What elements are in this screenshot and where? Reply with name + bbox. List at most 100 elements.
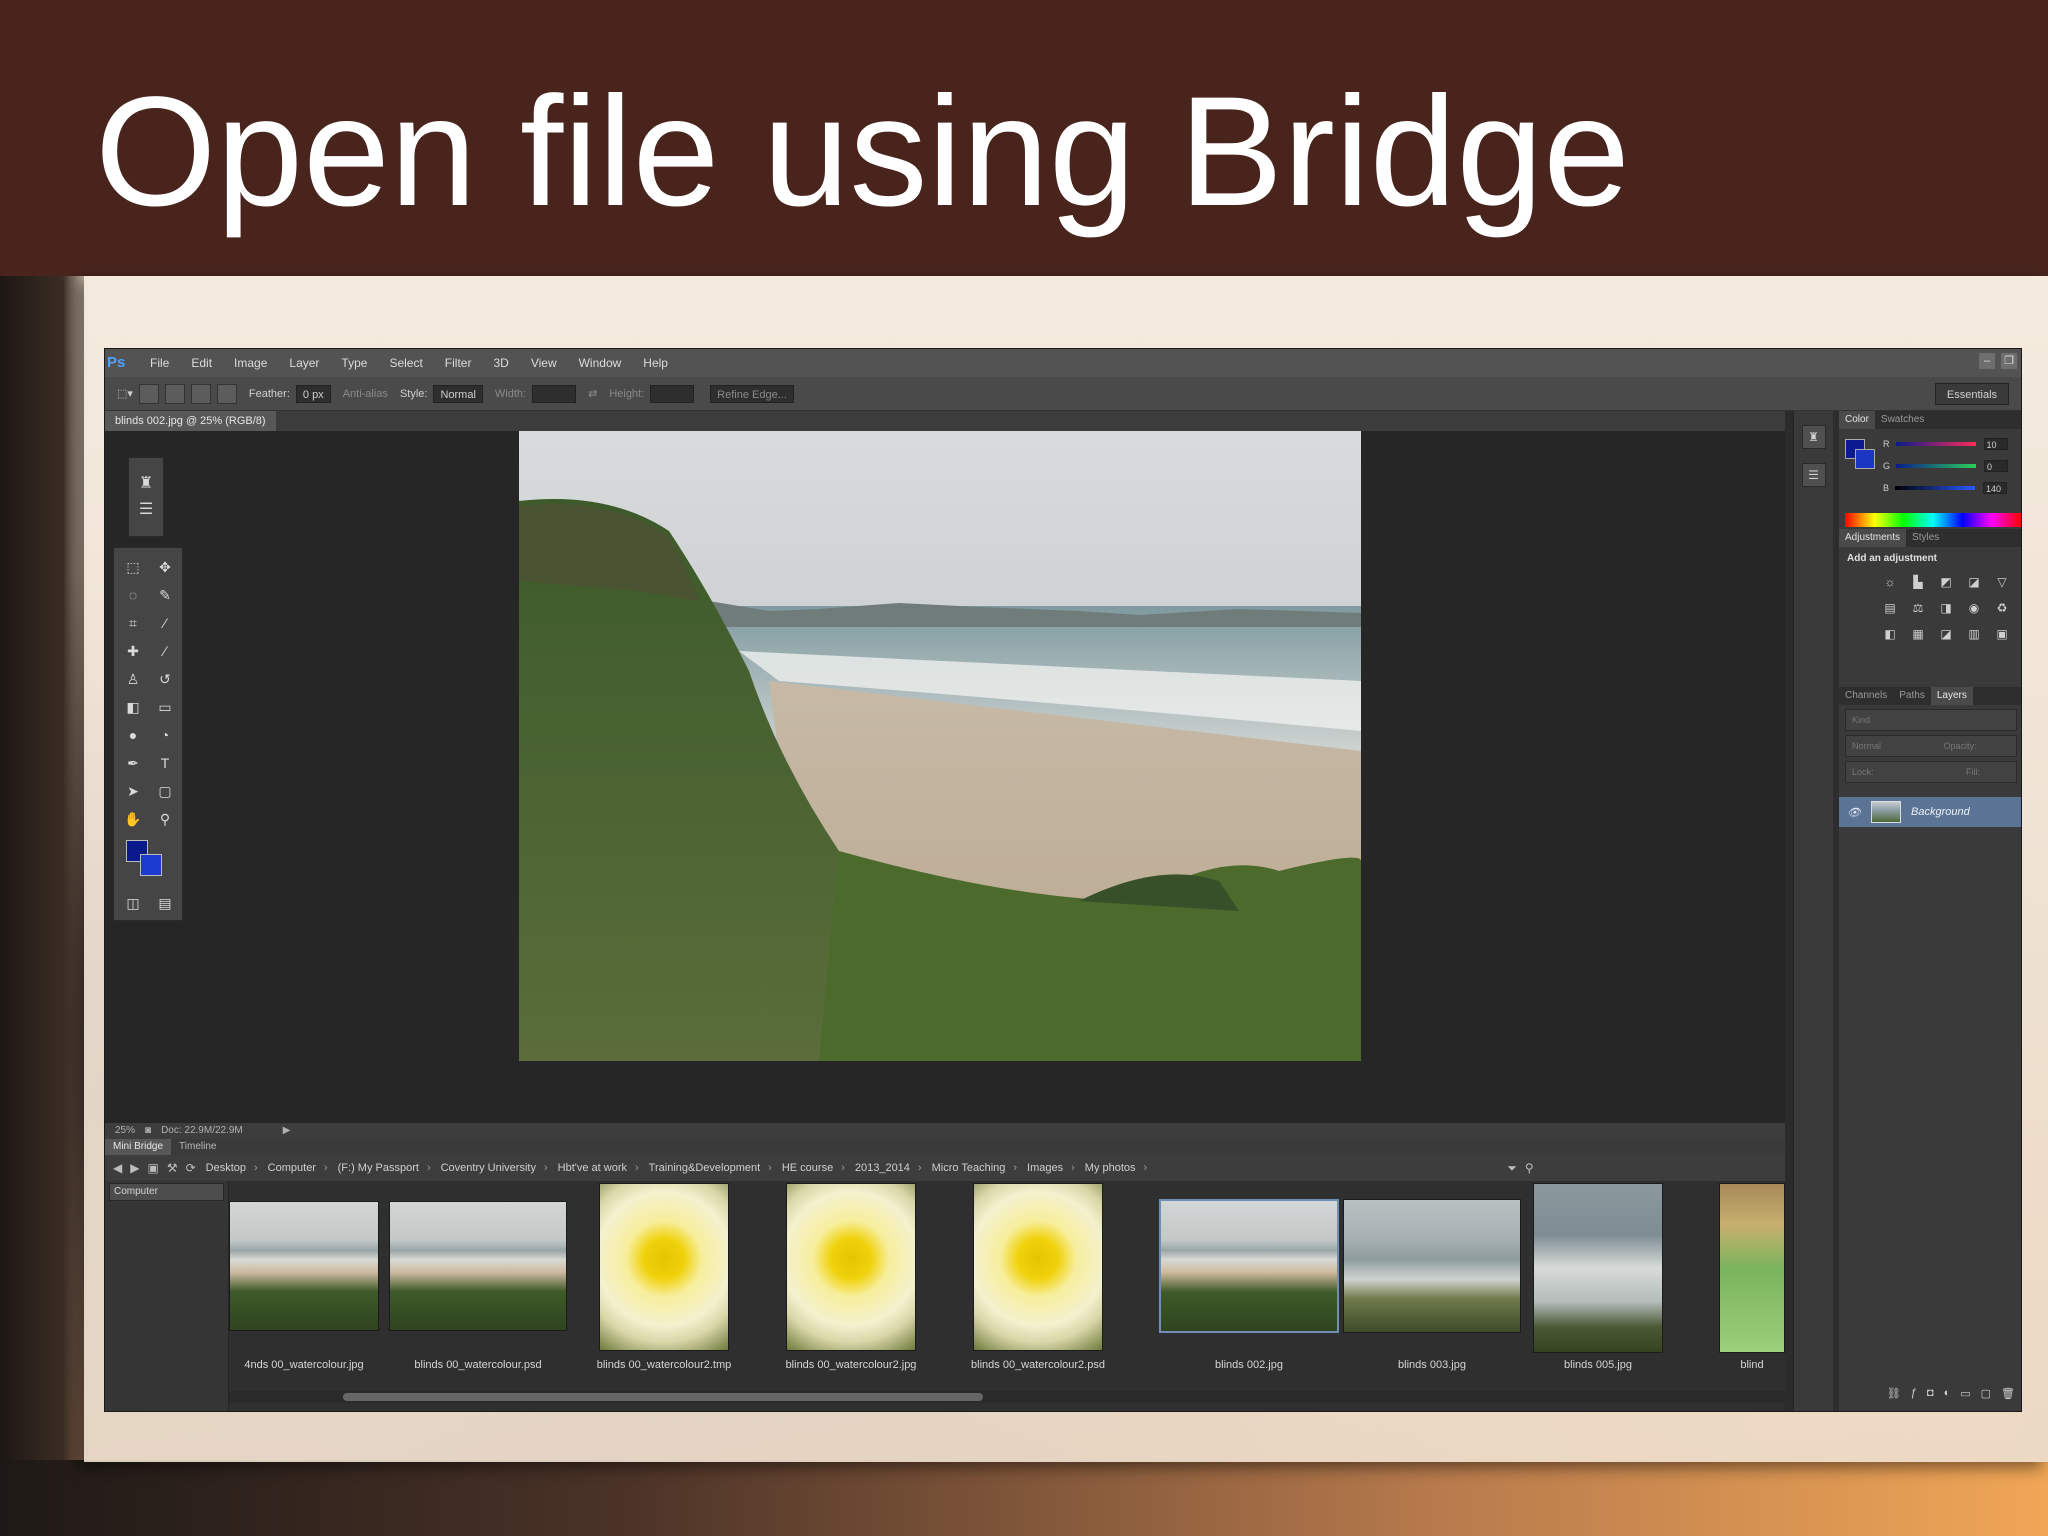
gradient-tool-icon[interactable]: ▭ bbox=[152, 698, 178, 716]
thumbnail-image[interactable] bbox=[229, 1201, 379, 1331]
menu-help[interactable]: Help bbox=[632, 349, 679, 377]
eraser-tool-icon[interactable]: ◧ bbox=[120, 698, 146, 716]
clone-stamp-icon[interactable]: ♙ bbox=[120, 670, 146, 688]
swap-dimensions-icon[interactable]: ⇄ bbox=[588, 387, 597, 400]
green-value[interactable]: 0 bbox=[1984, 460, 2009, 472]
breadcrumb-item[interactable]: (F:) My Passport bbox=[338, 1162, 419, 1174]
eye-icon[interactable]: 👁 bbox=[1847, 806, 1861, 819]
levels-icon[interactable]: ▙ bbox=[1909, 574, 1927, 590]
forward-icon[interactable]: ▶ bbox=[130, 1161, 139, 1175]
thumbnail-image[interactable] bbox=[973, 1183, 1103, 1351]
red-slider[interactable]: R 10 bbox=[1883, 438, 2017, 450]
exposure-icon[interactable]: ◪ bbox=[1965, 574, 1983, 590]
location-select[interactable]: Computer bbox=[109, 1183, 224, 1201]
breadcrumb-item[interactable]: Hbt've at work bbox=[558, 1162, 627, 1174]
new-layer-icon[interactable]: ▢ bbox=[1981, 1387, 1991, 1403]
thumbnail-image[interactable] bbox=[389, 1201, 567, 1331]
zoom-level[interactable]: 25% bbox=[115, 1123, 135, 1139]
shape-tool-icon[interactable]: ▢ bbox=[152, 782, 178, 800]
file-thumbnail[interactable]: 4nds 00_watercolour.jpg bbox=[229, 1181, 379, 1381]
tab-timeline[interactable]: Timeline bbox=[171, 1139, 224, 1155]
fx-icon[interactable]: ƒ bbox=[1911, 1387, 1917, 1403]
style-select[interactable]: Normal bbox=[433, 384, 483, 403]
thumbnail-image[interactable] bbox=[1533, 1183, 1663, 1353]
black-white-icon[interactable]: ◨ bbox=[1937, 600, 1955, 616]
status-arrow-icon[interactable]: ▶ bbox=[283, 1123, 291, 1139]
new-group-icon[interactable]: ▭ bbox=[1960, 1387, 1970, 1403]
workspace-switcher[interactable]: Essentials bbox=[1935, 383, 2009, 405]
adjust-sliders-icon[interactable]: ☰ bbox=[139, 502, 153, 518]
red-value[interactable]: 10 bbox=[1983, 438, 2008, 450]
vibrance-icon[interactable]: ▽ bbox=[1993, 574, 2011, 590]
color-balance-icon[interactable]: ⚖ bbox=[1909, 600, 1927, 616]
breadcrumb-item[interactable]: Training&Development bbox=[649, 1162, 760, 1174]
antialias-checkbox[interactable]: Anti-alias bbox=[343, 388, 388, 400]
menu-image[interactable]: Image bbox=[223, 349, 278, 377]
breadcrumb-item[interactable]: 2013_2014 bbox=[855, 1162, 910, 1174]
marquee-tool-preset-icon[interactable]: ⬚▾ bbox=[117, 387, 133, 400]
file-thumbnail[interactable]: blinds 00_watercolour2.tmp bbox=[597, 1181, 749, 1381]
posterize-icon[interactable]: ▦ bbox=[1909, 626, 1927, 642]
breadcrumb-item[interactable]: Micro Teaching bbox=[932, 1162, 1006, 1174]
lasso-tool-icon[interactable]: ◌ bbox=[120, 586, 146, 604]
history-brush-icon[interactable]: ♜ bbox=[139, 476, 153, 492]
file-thumbnail[interactable]: blinds 005.jpg bbox=[1533, 1181, 1683, 1381]
height-input[interactable] bbox=[650, 384, 695, 403]
menu-file[interactable]: File bbox=[139, 349, 180, 377]
channel-mixer-icon[interactable]: ♻ bbox=[1993, 600, 2011, 616]
new-adjustment-icon[interactable]: ◐ bbox=[1944, 1387, 1951, 1403]
trash-icon[interactable]: 🗑 bbox=[2001, 1387, 2015, 1403]
green-slider[interactable]: G0 bbox=[1883, 460, 2017, 472]
tools-icon[interactable]: ⚒ bbox=[167, 1161, 178, 1175]
layer-background[interactable]: 👁 Background bbox=[1839, 797, 2021, 827]
dodge-tool-icon[interactable]: ◔ bbox=[152, 726, 178, 744]
menu-3d[interactable]: 3D bbox=[482, 349, 519, 377]
blue-slider[interactable]: B 140 bbox=[1883, 482, 2017, 494]
restore-icon[interactable]: ❐ bbox=[2001, 353, 2017, 369]
marquee-tool-icon[interactable]: ⬚ bbox=[120, 558, 146, 576]
color-spectrum[interactable] bbox=[1845, 513, 2021, 527]
feather-input[interactable]: 0 px bbox=[295, 384, 331, 403]
eyedropper-tool-icon[interactable]: ⁄ bbox=[152, 614, 178, 632]
selective-color-icon[interactable]: ▣ bbox=[1993, 626, 2011, 642]
crumb-folder-icon[interactable]: ⟳ bbox=[186, 1161, 196, 1175]
healing-brush-icon[interactable]: ✚ bbox=[120, 642, 146, 660]
minimize-icon[interactable]: – bbox=[1979, 353, 1995, 369]
document-tab[interactable]: blinds 002.jpg @ 25% (RGB/8) bbox=[105, 411, 276, 431]
tab-color[interactable]: Color bbox=[1839, 411, 1875, 429]
breadcrumb-item[interactable]: Desktop bbox=[206, 1162, 246, 1174]
tab-paths[interactable]: Paths bbox=[1893, 687, 1931, 705]
panel-background-swatch[interactable] bbox=[1855, 449, 1875, 469]
history-panel-icon[interactable]: ♜ bbox=[1801, 425, 1826, 449]
gradient-map-icon[interactable]: ▥ bbox=[1965, 626, 1983, 642]
refine-edge-button[interactable]: Refine Edge... bbox=[710, 384, 794, 403]
properties-panel-icon[interactable]: ☰ bbox=[1801, 463, 1826, 487]
blur-tool-icon[interactable]: ● bbox=[120, 726, 146, 744]
menu-edit[interactable]: Edit bbox=[180, 349, 223, 377]
thumbnail-image[interactable] bbox=[1343, 1199, 1521, 1333]
menu-view[interactable]: View bbox=[520, 349, 568, 377]
add-selection-button[interactable] bbox=[164, 383, 185, 404]
filter-icon[interactable]: ⏷ bbox=[1507, 1161, 1517, 1176]
file-thumbnail[interactable]: blinds 00_watercolour2.psd bbox=[971, 1181, 1123, 1381]
crop-tool-icon[interactable]: ⌗ bbox=[120, 614, 146, 632]
subtract-selection-button[interactable] bbox=[190, 383, 211, 404]
link-layers-icon[interactable]: ⛓ bbox=[1887, 1387, 1901, 1403]
menu-layer[interactable]: Layer bbox=[278, 349, 330, 377]
horizontal-scrollbar[interactable] bbox=[343, 1393, 983, 1401]
hand-tool-icon[interactable]: ✋ bbox=[120, 810, 146, 828]
color-swatches[interactable] bbox=[120, 838, 176, 884]
menu-window[interactable]: Window bbox=[568, 349, 633, 377]
background-color-swatch[interactable] bbox=[140, 854, 162, 876]
hue-saturation-icon[interactable]: ▤ bbox=[1881, 600, 1899, 616]
brush-tool-icon[interactable]: ∕ bbox=[152, 642, 178, 660]
zoom-tool-icon[interactable]: ⚲ bbox=[152, 810, 178, 828]
menu-filter[interactable]: Filter bbox=[434, 349, 483, 377]
thumbnail-image[interactable] bbox=[1159, 1199, 1339, 1333]
quick-mask-icon[interactable]: ◫ bbox=[120, 894, 146, 912]
file-thumbnail[interactable]: blinds 00_watercolour2.jpg bbox=[786, 1181, 936, 1381]
pen-tool-icon[interactable]: ✒ bbox=[120, 754, 146, 772]
curves-icon[interactable]: ◩ bbox=[1937, 574, 1955, 590]
menu-select[interactable]: Select bbox=[378, 349, 433, 377]
tab-swatches[interactable]: Swatches bbox=[1875, 411, 1930, 429]
